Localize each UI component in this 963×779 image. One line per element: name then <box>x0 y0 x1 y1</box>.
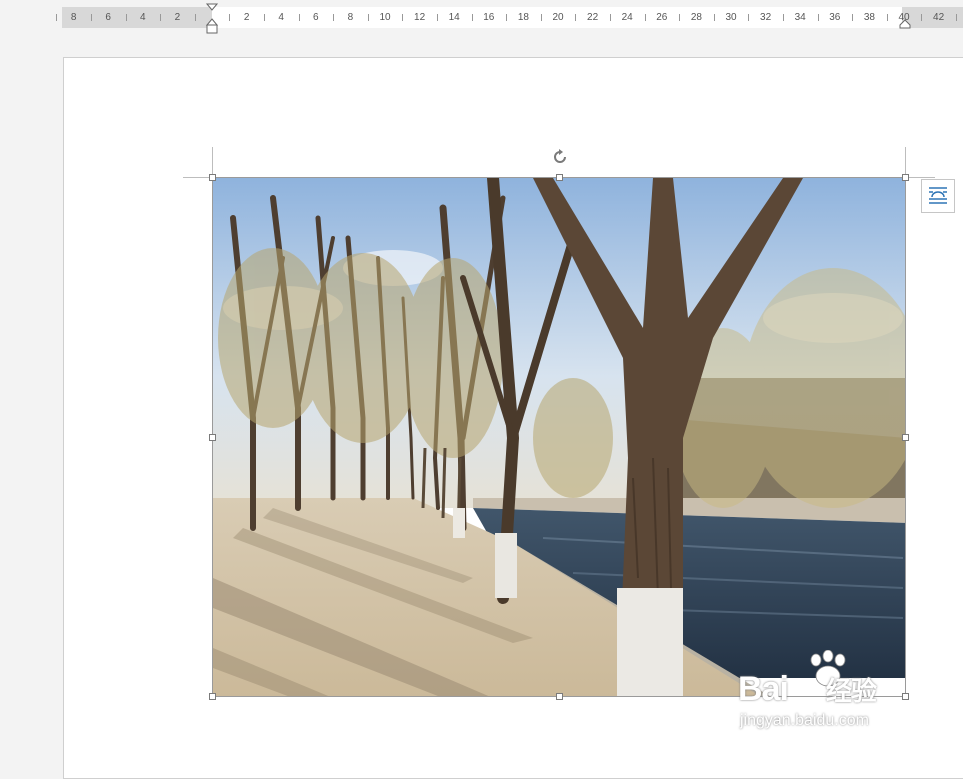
ruler-label: 22 <box>587 12 599 23</box>
ruler-tick <box>886 14 888 21</box>
ruler-label: 36 <box>829 12 841 23</box>
ruler-label: 34 <box>794 12 806 23</box>
crop-mark <box>212 147 213 177</box>
ruler-tick <box>609 14 611 21</box>
layout-options-icon <box>929 187 947 204</box>
ruler-label: 18 <box>517 12 529 23</box>
ruler-tick <box>506 14 508 21</box>
ruler-label: 10 <box>379 12 391 23</box>
crop-mark <box>906 177 935 178</box>
ruler-tick <box>471 14 473 21</box>
crop-mark <box>905 147 906 177</box>
ruler-label: 24 <box>621 12 633 23</box>
resize-handle-top-right[interactable] <box>902 174 909 181</box>
resize-handle-top-left[interactable] <box>209 174 216 181</box>
ruler-label: 12 <box>414 12 426 23</box>
ruler-tick <box>748 14 750 21</box>
resize-handle-bottom-left[interactable] <box>209 693 216 700</box>
ruler-tick <box>367 14 369 21</box>
resize-handle-top[interactable] <box>556 174 563 181</box>
ruler-tick <box>90 14 92 21</box>
ruler-label: 14 <box>448 12 460 23</box>
baidu-watermark: Bai 经验 jingyan.baidu.com <box>738 650 918 740</box>
ruler-label: 16 <box>483 12 495 23</box>
resize-handle-left[interactable] <box>209 434 216 441</box>
ruler-tick <box>955 14 957 21</box>
rotate-icon[interactable] <box>550 147 570 167</box>
right-indent-marker[interactable] <box>899 19 911 29</box>
ruler-label: 8 <box>347 12 354 23</box>
ruler-label: 4 <box>140 12 146 23</box>
ruler-tick <box>263 14 265 21</box>
ruler-tick <box>782 14 784 21</box>
ruler-tick <box>298 14 300 21</box>
ruler-tick <box>160 14 162 21</box>
ruler-tick <box>644 14 646 21</box>
ruler-label: 26 <box>656 12 668 23</box>
ruler-tick <box>852 14 854 21</box>
ruler-tick <box>194 14 196 21</box>
layout-options-button[interactable] <box>921 179 955 213</box>
ruler-tick <box>333 14 335 21</box>
ruler-tick <box>713 14 715 21</box>
ruler-label: 4 <box>278 12 284 23</box>
ruler-tick <box>436 14 438 21</box>
ruler-label: 42 <box>933 12 945 23</box>
ruler-tick <box>229 14 231 21</box>
ruler-tick <box>921 14 923 21</box>
crop-mark <box>183 177 212 178</box>
ruler-tick <box>679 14 681 21</box>
resize-handle-right[interactable] <box>902 434 909 441</box>
ruler-tick <box>540 14 542 21</box>
ruler-label: 6 <box>105 12 111 23</box>
ruler-label: 2 <box>174 12 181 23</box>
indent-marker[interactable] <box>206 3 218 35</box>
horizontal-ruler[interactable]: 8 6 4 2 2 4 6 8 10 12 14 16 18 20 22 24 26 28 30 32 34 36 38 40… <box>56 7 963 28</box>
tree-photo <box>213 178 905 696</box>
selected-picture[interactable] <box>212 177 906 697</box>
ruler-tick <box>125 14 127 21</box>
ruler-tick <box>575 14 577 21</box>
ruler-label: 6 <box>313 12 319 23</box>
ruler-tick <box>56 14 58 21</box>
resize-handle-bottom[interactable] <box>556 693 563 700</box>
ruler-label: 8 <box>70 12 77 23</box>
ruler-label: 2 <box>243 12 250 23</box>
ruler-label: 28 <box>690 12 702 23</box>
ruler-tick <box>402 14 404 21</box>
ruler-label: 30 <box>725 12 737 23</box>
ruler-label: 20 <box>552 12 564 23</box>
watermark-brand: Bai 经验 <box>738 670 877 708</box>
watermark-url: jingyan.baidu.com <box>740 712 869 729</box>
ruler-label: 32 <box>760 12 772 23</box>
ruler-tick <box>817 14 819 21</box>
left-margin <box>0 28 63 756</box>
ruler-label: 38 <box>863 12 875 23</box>
